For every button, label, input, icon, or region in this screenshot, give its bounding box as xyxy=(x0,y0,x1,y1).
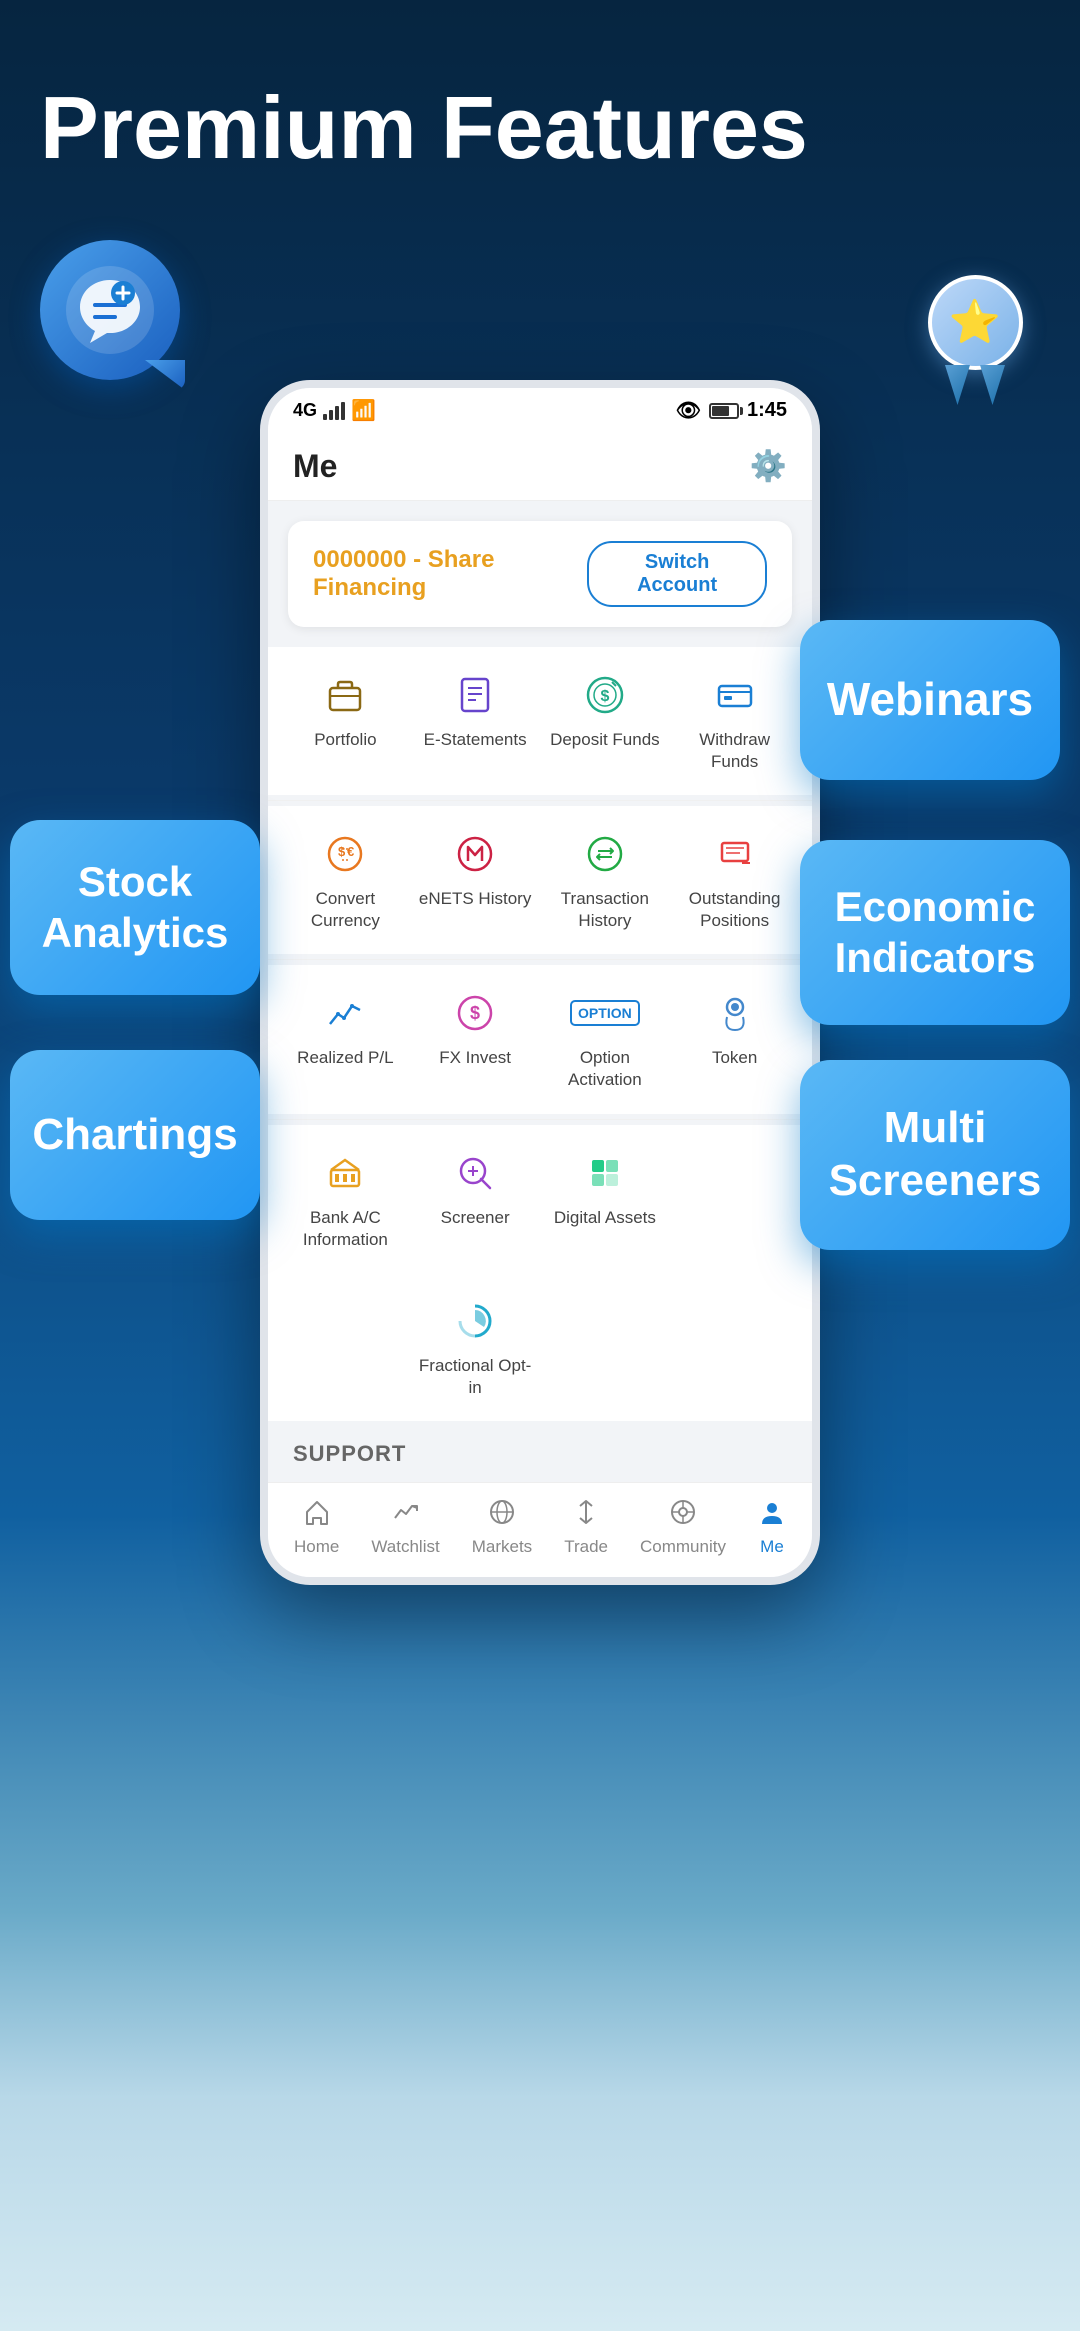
menu-label-outstanding: Outstanding Positions xyxy=(677,888,792,932)
award-badge: ⭐ xyxy=(910,260,1040,420)
menu-item-empty3 xyxy=(543,1283,668,1411)
nav-item-watchlist[interactable]: Watchlist xyxy=(371,1498,439,1557)
app-header: Me ⚙️ xyxy=(268,433,812,501)
home-icon xyxy=(303,1498,331,1533)
menu-label-estatements: E-Statements xyxy=(424,729,527,751)
menu-item-digital[interactable]: Digital Assets xyxy=(543,1135,668,1263)
page-title: Premium Features xyxy=(40,80,1040,177)
bubble-stock-analytics: Stock Analytics xyxy=(10,820,260,995)
markets-icon xyxy=(488,1498,516,1533)
trade-icon xyxy=(572,1498,600,1533)
menu-label-option: Option Activation xyxy=(548,1047,663,1091)
nav-item-home[interactable]: Home xyxy=(294,1498,339,1557)
menu-item-empty1 xyxy=(672,1135,797,1263)
menu-item-estatements[interactable]: E-Statements xyxy=(413,657,538,785)
nav-label-me: Me xyxy=(760,1537,784,1557)
menu-item-enets[interactable]: eNETS History xyxy=(413,816,538,944)
menu-item-fx[interactable]: $ FX Invest xyxy=(413,975,538,1103)
nav-label-trade: Trade xyxy=(564,1537,608,1557)
nav-label-watchlist: Watchlist xyxy=(371,1537,439,1557)
menu-label-withdraw: Withdraw Funds xyxy=(677,729,792,773)
bottom-nav: Home Watchlist Markets Trade Community xyxy=(268,1482,812,1577)
nav-item-me[interactable]: Me xyxy=(758,1498,786,1557)
nav-item-trade[interactable]: Trade xyxy=(564,1498,608,1557)
bubble-economic-indicators: Economic Indicators xyxy=(800,840,1070,1025)
nav-item-markets[interactable]: Markets xyxy=(472,1498,532,1557)
nav-label-markets: Markets xyxy=(472,1537,532,1557)
svg-text:$: $ xyxy=(600,688,609,705)
phone-mockup: 4G 📶 👁 1:45 Me ⚙️ 0000000 - Share Financ… xyxy=(260,380,820,1585)
nav-item-community[interactable]: Community xyxy=(640,1498,726,1557)
menu-label-fx: FX Invest xyxy=(439,1047,511,1069)
menu-item-bank[interactable]: Bank A/C Information xyxy=(283,1135,408,1263)
menu-section-row4: Bank A/C Information Screener xyxy=(268,1125,812,1273)
svg-text:€: € xyxy=(347,844,354,859)
menu-label-deposit: Deposit Funds xyxy=(550,729,660,751)
menu-label-portfolio: Portfolio xyxy=(314,729,376,751)
settings-icon[interactable]: ⚙️ xyxy=(750,449,787,484)
menu-label-token: Token xyxy=(712,1047,757,1069)
menu-label-enets: eNETS History xyxy=(419,888,531,910)
watchlist-icon xyxy=(392,1498,420,1533)
svg-text:$: $ xyxy=(470,1003,480,1023)
menu-label-screener: Screener xyxy=(441,1207,510,1229)
menu-item-option[interactable]: OPTION Option Activation xyxy=(543,975,668,1103)
menu-label-bank: Bank A/C Information xyxy=(288,1207,403,1251)
menu-section-row2: $ € Convert Currency eNETS History xyxy=(268,806,812,954)
menu-item-outstanding[interactable]: Outstanding Positions xyxy=(672,816,797,944)
support-section: SUPPORT xyxy=(268,1421,812,1482)
time-display: 1:45 xyxy=(747,399,787,422)
me-icon xyxy=(758,1498,786,1533)
menu-section-row3: Realized P/L $ FX Invest OPTION Option A… xyxy=(268,965,812,1113)
carrier-label: 4G xyxy=(293,400,317,421)
menu-item-convert[interactable]: $ € Convert Currency xyxy=(283,816,408,944)
bubble-webinars: Webinars xyxy=(800,620,1060,780)
menu-item-token[interactable]: Token xyxy=(672,975,797,1103)
support-label: SUPPORT xyxy=(293,1441,406,1466)
app-logo xyxy=(40,240,180,380)
menu-label-fractional: Fractional Opt-in xyxy=(418,1355,533,1399)
account-name: 0000000 - Share Financing xyxy=(313,546,587,602)
menu-label-digital: Digital Assets xyxy=(554,1207,656,1229)
menu-item-transaction[interactable]: Transaction History xyxy=(543,816,668,944)
menu-item-deposit[interactable]: $ Deposit Funds xyxy=(543,657,668,785)
menu-label-convert: Convert Currency xyxy=(288,888,403,932)
menu-item-realized[interactable]: Realized P/L xyxy=(283,975,408,1103)
screen-title: Me xyxy=(293,448,337,485)
bubble-chartings: Chartings xyxy=(10,1050,260,1220)
menu-item-empty4 xyxy=(672,1283,797,1411)
menu-item-empty2 xyxy=(283,1283,408,1411)
menu-item-portfolio[interactable]: Portfolio xyxy=(283,657,408,785)
menu-section-row1: Portfolio E-Statements xyxy=(268,647,812,795)
menu-label-realized: Realized P/L xyxy=(297,1047,393,1069)
svg-text:$: $ xyxy=(338,844,346,859)
menu-item-fractional[interactable]: Fractional Opt-in xyxy=(413,1283,538,1411)
switch-account-button[interactable]: Switch Account xyxy=(587,541,767,607)
nav-label-home: Home xyxy=(294,1537,339,1557)
nav-label-community: Community xyxy=(640,1537,726,1557)
status-bar: 4G 📶 👁 1:45 xyxy=(268,388,812,433)
menu-section-row5: Fractional Opt-in xyxy=(268,1273,812,1421)
account-card: 0000000 - Share Financing Switch Account xyxy=(288,521,792,627)
community-icon xyxy=(669,1498,697,1533)
menu-item-screener[interactable]: Screener xyxy=(413,1135,538,1263)
menu-label-transaction: Transaction History xyxy=(548,888,663,932)
menu-item-withdraw[interactable]: Withdraw Funds xyxy=(672,657,797,785)
bubble-multi-screeners: Multi Screeners xyxy=(800,1060,1070,1250)
